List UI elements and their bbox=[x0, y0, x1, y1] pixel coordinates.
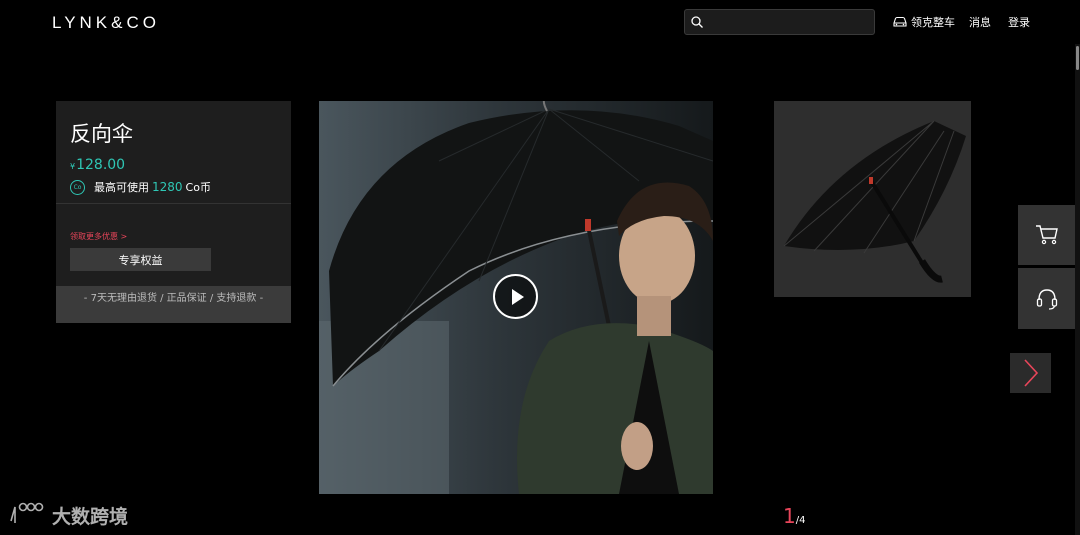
watermark-text: 大数跨境 bbox=[52, 505, 128, 528]
co-coin-icon: Co bbox=[70, 179, 85, 195]
play-video-button[interactable] bbox=[493, 274, 538, 319]
page-scrollbar[interactable] bbox=[1075, 44, 1080, 535]
car-icon bbox=[893, 16, 907, 27]
divider bbox=[56, 203, 291, 204]
search-icon bbox=[691, 16, 703, 28]
umbrella-thumbnail-photo bbox=[774, 101, 971, 297]
search-input[interactable] bbox=[709, 12, 869, 32]
nav-car-link[interactable]: 领克整车 bbox=[892, 14, 955, 30]
customer-service-button[interactable] bbox=[1018, 268, 1075, 329]
product-main-image[interactable] bbox=[319, 101, 713, 494]
currency-symbol: ¥ bbox=[70, 162, 76, 171]
nav-car-label: 领克整车 bbox=[911, 16, 955, 29]
coin-amount: 1280 bbox=[152, 180, 183, 194]
coin-prefix: 最高可使用 bbox=[94, 181, 149, 194]
search-box[interactable] bbox=[684, 9, 875, 35]
pager-total: /4 bbox=[795, 515, 806, 526]
scrollbar-thumb[interactable] bbox=[1076, 46, 1079, 70]
coin-suffix: Co币 bbox=[185, 181, 211, 194]
brand-logo[interactable]: LYNK&CO bbox=[52, 13, 160, 33]
guarantee-banner: - 7天无理由退货 / 正品保证 / 支持退款 - bbox=[56, 286, 291, 323]
next-image-button[interactable] bbox=[1010, 353, 1051, 393]
shopping-cart-button[interactable] bbox=[1018, 205, 1075, 265]
watermark-logo: 大数跨境 bbox=[8, 499, 143, 531]
product-title: 反向伞 bbox=[70, 122, 133, 146]
product-info-panel: 反向伞 ¥128.00 Co 最高可使用 1280 Co币 领取更多优惠 > 专… bbox=[56, 101, 291, 323]
nav-login-link[interactable]: 登录 bbox=[1008, 14, 1030, 30]
nav-messages-link[interactable]: 消息 bbox=[969, 14, 991, 30]
exclusive-benefits-button[interactable]: 专享权益 bbox=[70, 248, 211, 271]
headset-icon bbox=[1036, 288, 1057, 310]
cart-icon bbox=[1035, 225, 1058, 245]
more-offers-link[interactable]: 领取更多优惠 > bbox=[70, 231, 127, 242]
coin-usage-row: Co 最高可使用 1280 Co币 bbox=[70, 179, 211, 195]
chevron-right-icon bbox=[1023, 359, 1038, 387]
product-thumbnail[interactable] bbox=[774, 101, 971, 297]
price-value: 128.00 bbox=[76, 157, 126, 173]
product-price: ¥128.00 bbox=[70, 157, 125, 173]
image-pager: 1/4 bbox=[783, 504, 805, 528]
pager-current: 1 bbox=[783, 504, 796, 528]
